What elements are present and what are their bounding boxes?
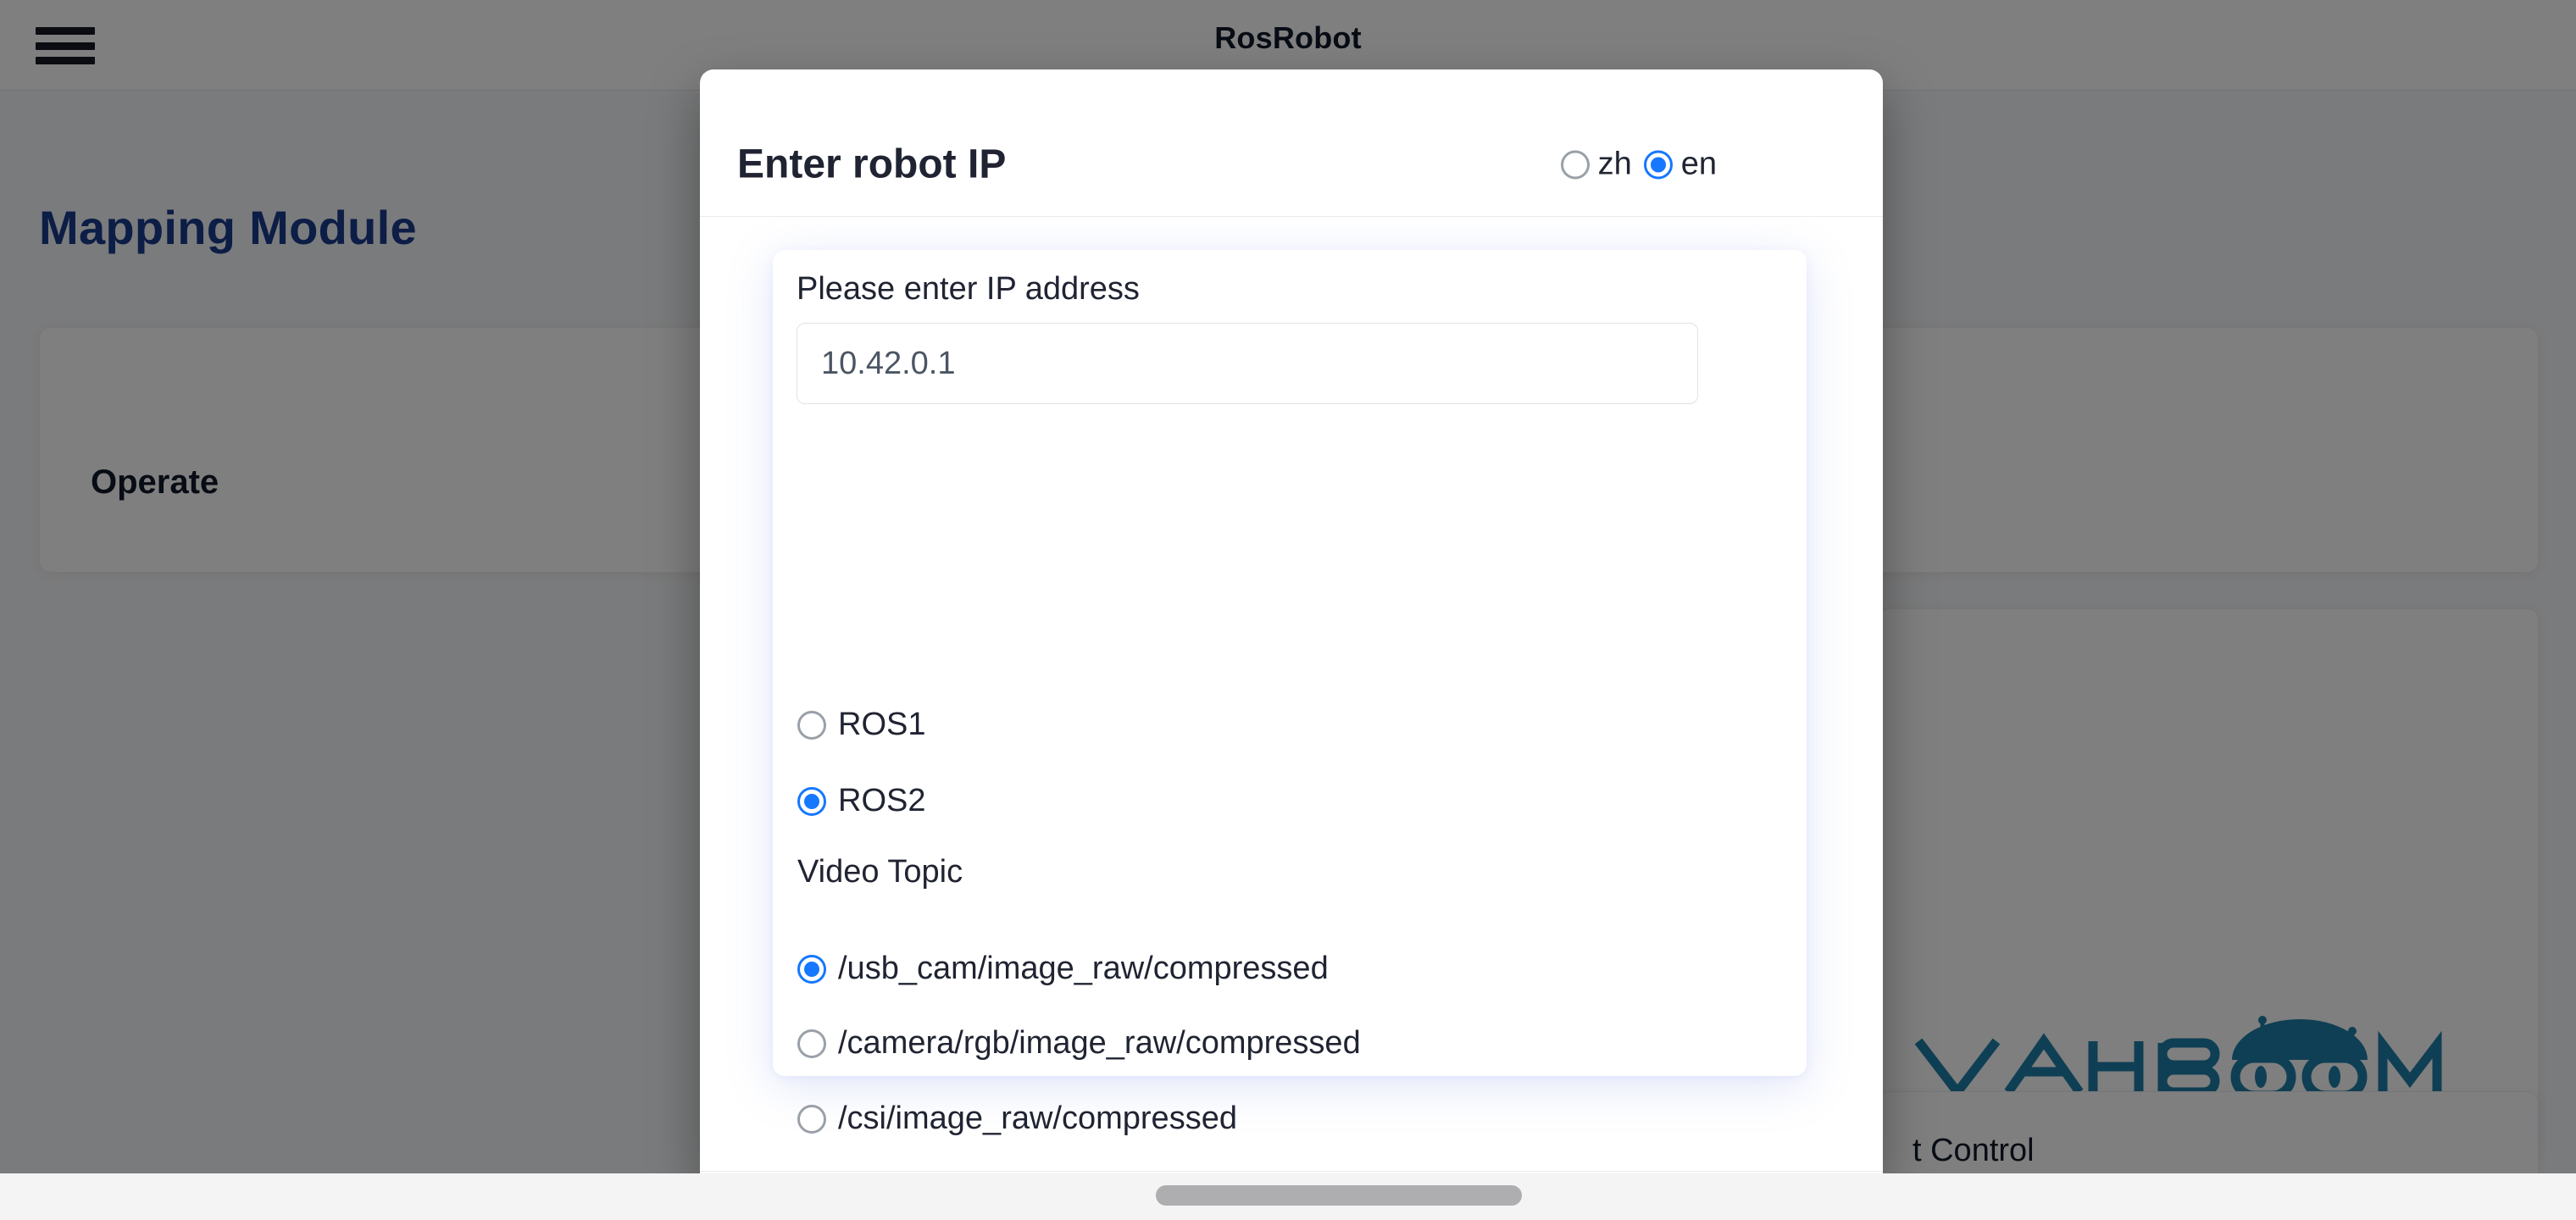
protocol-option-ros2-label: ROS2	[838, 783, 926, 818]
radio-checked-icon[interactable]	[797, 954, 826, 984]
protocol-option-ros1[interactable]: ROS1	[797, 707, 925, 743]
video-topic-option-usb-cam-label: /usb_cam/image_raw/compressed	[838, 951, 1329, 986]
ip-field-label: Please enter IP address	[797, 271, 1140, 307]
radio-unchecked-icon[interactable]	[1560, 150, 1590, 179]
horizontal-scrollbar-thumb[interactable]	[1156, 1185, 1522, 1206]
radio-unchecked-icon[interactable]	[797, 1104, 826, 1134]
language-option-zh[interactable]: zh	[1560, 146, 1632, 183]
radio-checked-icon[interactable]	[1643, 150, 1673, 179]
footer-divider	[700, 1171, 1883, 1172]
protocol-option-ros2[interactable]: ROS2	[797, 783, 925, 819]
ip-address-input[interactable]	[797, 323, 1698, 404]
video-topic-option-camera-rgb[interactable]: /camera/rgb/image_raw/compressed	[797, 1025, 1361, 1062]
horizontal-scrollbar-track[interactable]	[0, 1173, 2576, 1220]
radio-unchecked-icon[interactable]	[797, 710, 826, 740]
radio-unchecked-icon[interactable]	[797, 1029, 826, 1058]
video-topic-option-csi[interactable]: /csi/image_raw/compressed	[797, 1101, 1237, 1137]
video-topic-option-usb-cam[interactable]: /usb_cam/image_raw/compressed	[797, 951, 1329, 987]
language-option-zh-label: zh	[1597, 146, 1632, 182]
enter-robot-ip-dialog: Enter robot IP zh en Please enter IP add…	[700, 69, 1883, 1173]
radio-checked-icon[interactable]	[797, 786, 826, 816]
video-topic-option-csi-label: /csi/image_raw/compressed	[838, 1101, 1237, 1136]
video-topic-option-camera-rgb-label: /camera/rgb/image_raw/compressed	[838, 1025, 1361, 1061]
protocol-option-ros1-label: ROS1	[838, 707, 926, 742]
dialog-body: Please enter IP address ROS1 ROS2 Video …	[700, 217, 1883, 1136]
language-radio-group: zh en	[1560, 146, 1717, 183]
dialog-title: Enter robot IP	[737, 141, 1007, 187]
video-topic-label: Video Topic	[797, 854, 963, 890]
language-option-en[interactable]: en	[1643, 146, 1717, 183]
dialog-header: Enter robot IP zh en	[700, 69, 1883, 217]
language-option-en-label: en	[1680, 146, 1717, 182]
